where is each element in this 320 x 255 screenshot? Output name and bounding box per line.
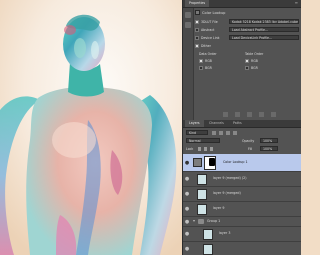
layer-row[interactable]: ● layer 9 (merged) (2) (183, 172, 301, 187)
layer-thumbnail (197, 174, 207, 185)
layer-row[interactable]: ● (183, 242, 301, 255)
tab-paths[interactable]: Paths (229, 120, 246, 127)
abstract-dropdown[interactable]: Load Abstract Profile... (229, 27, 299, 32)
table-order-bgr-radio[interactable] (245, 66, 249, 70)
layer-name: layer 9 (213, 206, 225, 210)
properties-footer (223, 112, 293, 118)
table-order-label: Table Order (245, 52, 264, 56)
lock-label: Lock (186, 147, 194, 151)
visibility-eye-icon[interactable]: ● (184, 220, 190, 225)
visibility-icon[interactable] (259, 112, 264, 117)
reset-icon[interactable] (247, 112, 252, 117)
opacity-field[interactable]: 100% (260, 138, 278, 143)
data-order-bgr-radio[interactable] (199, 66, 203, 70)
adjustment-icon[interactable] (185, 12, 191, 18)
visibility-eye-icon[interactable]: ● (184, 177, 190, 182)
adjustment-layer-icon (193, 158, 202, 167)
group-name: Group 1 (207, 219, 221, 223)
mask-shape (209, 158, 215, 166)
abstract-row: Abstract Load Abstract Profile... (195, 27, 299, 33)
layer-row[interactable]: ● layer 9 (merged) (183, 187, 301, 202)
abstract-label: Abstract (201, 28, 215, 32)
layers-panel: Layers Channels Paths Kind Normal Opacit… (182, 120, 301, 255)
layer-thumbnail (203, 229, 213, 240)
fill-label: Fill (248, 147, 253, 151)
color-lookup-icon (195, 10, 200, 15)
layer-name: layer 9 (merged) (213, 191, 241, 195)
adjustment-title-row: Color Lookup (195, 10, 295, 16)
layer-name: layer 3 (219, 231, 231, 235)
clip-to-layer-icon[interactable] (223, 112, 228, 117)
devicelink-dropdown[interactable]: Load DeviceLink Profile... (229, 35, 299, 40)
data-order-rgb-label: RGB (205, 59, 212, 63)
kind-filter-dropdown[interactable]: Kind (186, 130, 208, 135)
opacity-label: Opacity (242, 139, 255, 143)
data-order-bgr-label: BGR (205, 66, 212, 70)
properties-tabbar: Properties ≡ (183, 0, 301, 8)
document-canvas[interactable] (0, 0, 182, 255)
lut-dropdown[interactable]: Kodak 5218 Kodak 2383 (by Adobe).cube (229, 19, 299, 24)
layer-row[interactable]: ● layer 9 (183, 202, 301, 217)
mask-icon[interactable] (185, 22, 191, 28)
lock-row: Lock Fill 100% (186, 146, 298, 152)
fill-field[interactable]: 100% (260, 146, 278, 151)
layer-name: layer 9 (merged) (2) (213, 176, 247, 180)
devicelink-row: Device Link Load DeviceLink Profile... (195, 35, 299, 41)
visibility-eye-icon[interactable]: ● (184, 247, 190, 252)
group-row[interactable]: ● ▾ Group 1 (183, 217, 301, 227)
layer-name: Color Lookup 1 (223, 160, 248, 164)
tab-properties[interactable]: Properties (185, 0, 210, 7)
layer-list: ● Color Lookup 1 ● layer 9 (merged) (2) … (183, 154, 301, 255)
dither-checkbox[interactable] (195, 44, 199, 48)
order-headers-row: Data Order Table Order (195, 51, 299, 57)
devicelink-label: Device Link (201, 36, 220, 40)
tab-layers[interactable]: Layers (185, 120, 204, 127)
data-order-label: Data Order (199, 52, 217, 56)
lut-label: 3DLUT File (201, 20, 218, 24)
lock-all-icon[interactable] (210, 147, 213, 151)
table-order-rgb-label: RGB (251, 59, 258, 63)
lut-row: 3DLUT File Kodak 5218 Kodak 2383 (by Ado… (195, 19, 299, 25)
layer-thumbnail (197, 189, 207, 200)
lock-pixels-icon[interactable] (198, 147, 201, 151)
layers-tabbar: Layers Channels Paths (183, 120, 301, 128)
layer-thumbnail (203, 244, 213, 255)
table-order-bgr-label: BGR (251, 66, 258, 70)
view-previous-icon[interactable] (235, 112, 240, 117)
type-filter-icon[interactable] (226, 131, 230, 135)
blend-mode-dropdown[interactable]: Normal (186, 138, 220, 143)
filter-row: Kind (186, 130, 298, 136)
tab-channels[interactable]: Channels (205, 120, 228, 127)
properties-toolbar (183, 8, 194, 133)
rgb-row: RGB RGB (195, 58, 299, 64)
layer-row-color-lookup[interactable]: ● Color Lookup 1 (183, 154, 301, 172)
blend-row: Normal Opacity 100% (186, 138, 298, 144)
adjustment-title: Color Lookup (202, 11, 226, 15)
visibility-eye-icon[interactable]: ● (184, 161, 190, 166)
lock-position-icon[interactable] (204, 147, 207, 151)
lut-radio[interactable] (195, 20, 199, 24)
dither-row: Dither (195, 43, 255, 49)
data-order-rgb-radio[interactable] (199, 59, 203, 63)
bgr-row: BGR BGR (195, 65, 299, 71)
trash-icon[interactable] (271, 112, 276, 117)
dither-label: Dither (201, 44, 211, 48)
layer-row[interactable]: ● layer 3 (183, 227, 301, 242)
table-order-rgb-radio[interactable] (245, 59, 249, 63)
visibility-eye-icon[interactable]: ● (184, 232, 190, 237)
layer-mask-thumbnail[interactable] (204, 156, 216, 170)
visibility-eye-icon[interactable]: ● (184, 192, 190, 197)
abstract-radio[interactable] (195, 28, 199, 32)
devicelink-radio[interactable] (195, 36, 199, 40)
chevron-down-icon[interactable]: ▾ (193, 219, 195, 223)
folder-icon (198, 219, 204, 224)
layer-thumbnail (197, 204, 207, 215)
properties-panel: Properties ≡ Color Lookup 3DLUT File Kod… (182, 0, 301, 133)
artwork-figure (0, 0, 182, 255)
pixel-filter-icon[interactable] (212, 131, 216, 135)
panel-menu-icon[interactable]: ≡ (295, 1, 298, 5)
shape-filter-icon[interactable] (233, 131, 237, 135)
visibility-eye-icon[interactable]: ● (184, 207, 190, 212)
adjustment-filter-icon[interactable] (219, 131, 223, 135)
